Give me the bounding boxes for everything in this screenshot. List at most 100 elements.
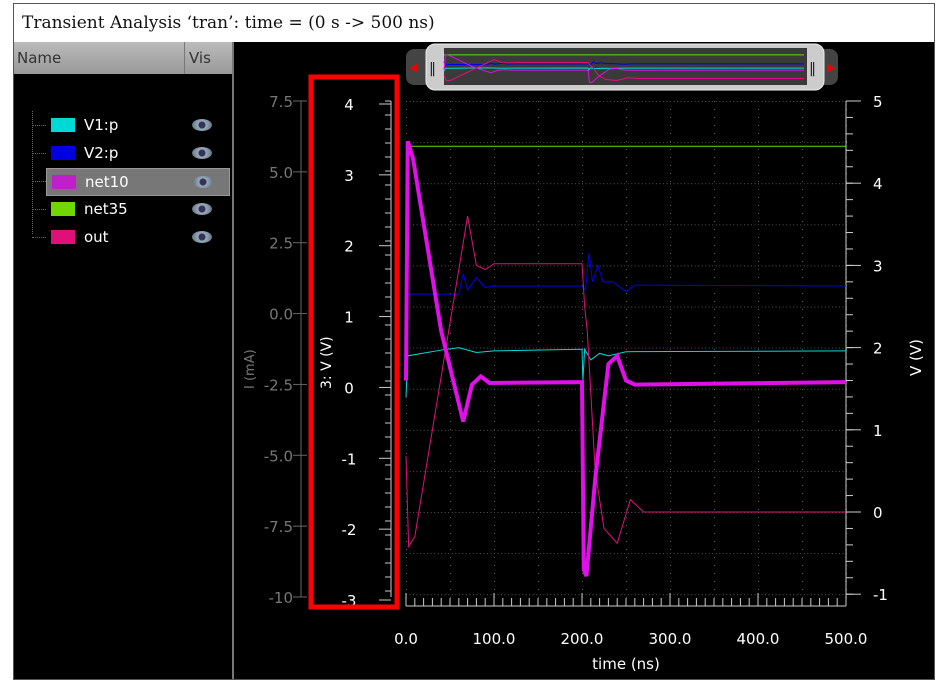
grid-dot [684,306,686,308]
left-handle-icon[interactable]: ‖ [429,61,436,77]
grid-dot [538,477,539,478]
grid-dot [550,553,552,555]
grid-dot [666,265,668,267]
grid-dot [501,512,503,513]
grid-dot [758,141,759,142]
grid-dot [828,224,830,226]
grid-dot [677,553,679,555]
grid-dot [838,224,840,226]
grid-dot [722,224,724,226]
grid-dot [450,245,451,246]
grid-dot [557,347,559,349]
grid-dot [634,183,636,185]
grid-dot [620,224,622,226]
grid-dot [634,224,636,226]
grid-dot [796,594,798,596]
grid-dot [515,388,517,390]
grid-dot [743,224,745,226]
grid-dot [750,142,752,144]
grid-dot [494,533,495,534]
grid-dot [620,470,622,472]
grid-dot [420,512,422,513]
grid-dot [838,183,840,185]
grid-dot [842,142,844,144]
grid-dot [448,101,450,102]
grid-dot [810,224,812,226]
grid-dot [538,197,539,198]
i-axis-label: I (mA) [243,349,258,389]
grid-dot [626,405,627,406]
grid-dot [626,477,627,478]
grid-dot [768,429,770,431]
grid-dot [802,437,803,438]
grid-dot [508,429,510,431]
grid-dot [782,183,784,185]
grid-dot [631,553,633,555]
grid-dot [758,317,759,318]
grid-dot [838,553,840,555]
grid-dot [567,101,569,102]
grid-dot [802,541,803,542]
grid-dot [529,265,531,267]
grid-dot [821,101,823,102]
grid-dot [592,183,594,185]
grid-dot [550,470,552,472]
scroll-left-arrow-icon[interactable]: ◀ [409,61,418,74]
grid-dot [532,512,534,513]
grid-dot [802,277,803,278]
grid-dot [782,142,784,144]
grid-dot [483,512,485,513]
grid-dot [494,325,495,326]
grid-dot [546,142,548,144]
grid-dot [802,157,803,158]
grid-dot [469,183,471,185]
grid-dot [441,183,443,185]
grid-dot [494,589,495,590]
grid-dot [838,265,840,267]
grid-dot [740,470,742,472]
grid-dot [670,197,671,198]
grid-dot [817,594,819,596]
grid-dot [670,573,671,574]
grid-dot [560,512,562,513]
grid-dot [627,470,629,472]
grid-dot [701,265,703,267]
grid-dot [472,512,474,513]
grid-dot [714,181,715,182]
grid-dot [441,224,443,226]
grid-dot [626,189,627,190]
grid-dot [761,101,763,102]
grid-dot [817,553,819,555]
grid-dot [775,183,777,185]
grid-dot [525,224,527,226]
grid-dot [779,388,781,390]
grid-dot [553,470,555,472]
grid-dot [747,553,749,555]
grid-dot [574,512,576,513]
grid-dot [441,553,443,555]
right-handle-icon[interactable]: ‖ [809,61,816,77]
grid-dot [462,306,464,308]
grid-dot [450,325,451,326]
grid-dot [835,101,837,102]
grid-dot [406,117,407,118]
grid-dot [617,142,619,144]
grid-dot [662,594,664,596]
grid-dot [648,429,650,431]
grid-dot [567,388,569,390]
grid-dot [538,301,539,302]
grid-dot [691,224,693,226]
grid-dot [469,265,471,267]
grid-dot [423,306,425,308]
grid-dot [546,594,548,596]
grid-dot [775,594,777,596]
waveform-plot[interactable]: 7.55.02.50.0-2.5-5.0-7.5-10I (mA)43210-1… [14,4,934,679]
grid-dot [782,594,784,596]
grid-dot [824,183,826,185]
grid-dot [670,157,671,158]
scroll-right-arrow-icon[interactable]: ▶ [827,61,836,74]
grid-dot [814,594,816,596]
grid-dot [638,470,640,472]
grid-dot [715,183,717,185]
grid-dot [532,388,534,390]
